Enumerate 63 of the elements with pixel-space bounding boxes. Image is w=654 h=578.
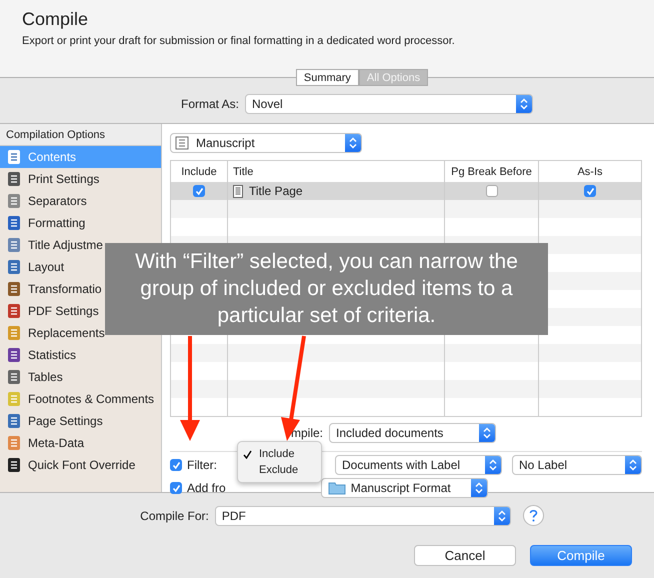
option-icon: [6, 325, 22, 341]
stepper-icon: [498, 510, 506, 522]
stepper-icon: [520, 98, 528, 110]
option-icon: [6, 171, 22, 187]
option-icon: [6, 303, 22, 319]
criteria-dropdown[interactable]: Documents with Label: [335, 455, 502, 475]
option-icon: [6, 237, 22, 253]
option-icon: [6, 457, 22, 473]
compile-for-dropdown[interactable]: PDF: [214, 506, 511, 526]
compile-label: mpile:: [291, 426, 324, 440]
sidebar-item[interactable]: Meta-Data: [0, 432, 161, 454]
sidebar-item[interactable]: Footnotes & Comments: [0, 388, 161, 410]
filter-label: Filter:: [187, 458, 217, 472]
sidebar-item[interactable]: Tables: [0, 366, 161, 388]
label-dropdown[interactable]: No Label: [512, 455, 642, 475]
sidebar-item[interactable]: Print Settings: [0, 168, 161, 190]
format-as-label: Format As:: [180, 97, 239, 111]
option-icon: [6, 435, 22, 451]
stepper-icon: [489, 459, 497, 471]
compile-dropdown[interactable]: Included documents: [329, 423, 496, 443]
checkmark-icon: [243, 450, 252, 458]
stepper-icon: [483, 427, 492, 439]
document-icon: [173, 136, 191, 150]
section-dropdown[interactable]: Manuscript: [170, 133, 362, 153]
option-icon: [6, 149, 22, 165]
sidebar-item[interactable]: Quick Font Override: [0, 454, 161, 476]
option-icon: [6, 369, 22, 385]
format-source-dropdown[interactable]: Manuscript Format: [320, 478, 488, 498]
menu-item[interactable]: Include: [238, 446, 321, 462]
as-is-checkbox[interactable]: [584, 185, 596, 197]
folder-icon: [328, 481, 346, 495]
sidebar-item[interactable]: Separators: [0, 190, 161, 212]
stepper-icon: [349, 137, 357, 149]
filter-checkbox[interactable]: [170, 459, 182, 471]
option-icon: [6, 193, 22, 209]
format-dropdown[interactable]: Novel: [245, 94, 533, 114]
option-icon: [6, 413, 22, 429]
add-from-label: Add fro: [187, 481, 226, 495]
cancel-button[interactable]: Cancel: [414, 545, 516, 566]
option-icon: [6, 281, 22, 297]
option-icon: [6, 215, 22, 231]
stepper-icon: [474, 482, 483, 494]
include-checkbox[interactable]: [193, 185, 205, 197]
menu-item[interactable]: Exclude: [238, 462, 321, 478]
window-title: Compile: [22, 9, 90, 30]
column-header: As-Is: [576, 164, 604, 180]
page-break-checkbox[interactable]: [486, 185, 498, 197]
document-icon: [233, 184, 243, 198]
stepper-icon: [629, 459, 637, 471]
add-from-checkbox[interactable]: [170, 482, 182, 494]
option-icon: [6, 259, 22, 275]
option-icon: [6, 391, 22, 407]
sidebar-item[interactable]: Statistics: [0, 344, 161, 366]
compile-for-label: Compile For:: [140, 508, 209, 522]
annotation-tooltip: With “Filter” selected, you can narrow the group of included or excluded items to a particular set of criteria.: [105, 243, 548, 335]
window-subtitle: Export or print your draft for submission or final formatting in a dedicated word processor.: [22, 35, 456, 47]
sidebar-title: Compilation Options: [0, 124, 161, 146]
table-cell: Title Page: [249, 184, 303, 198]
view-tab[interactable]: Summary: [296, 69, 359, 86]
help-icon[interactable]: [522, 505, 544, 526]
option-icon: [6, 347, 22, 363]
sidebar-item[interactable]: Formatting: [0, 212, 161, 234]
sidebar-item[interactable]: Page Settings: [0, 410, 161, 432]
